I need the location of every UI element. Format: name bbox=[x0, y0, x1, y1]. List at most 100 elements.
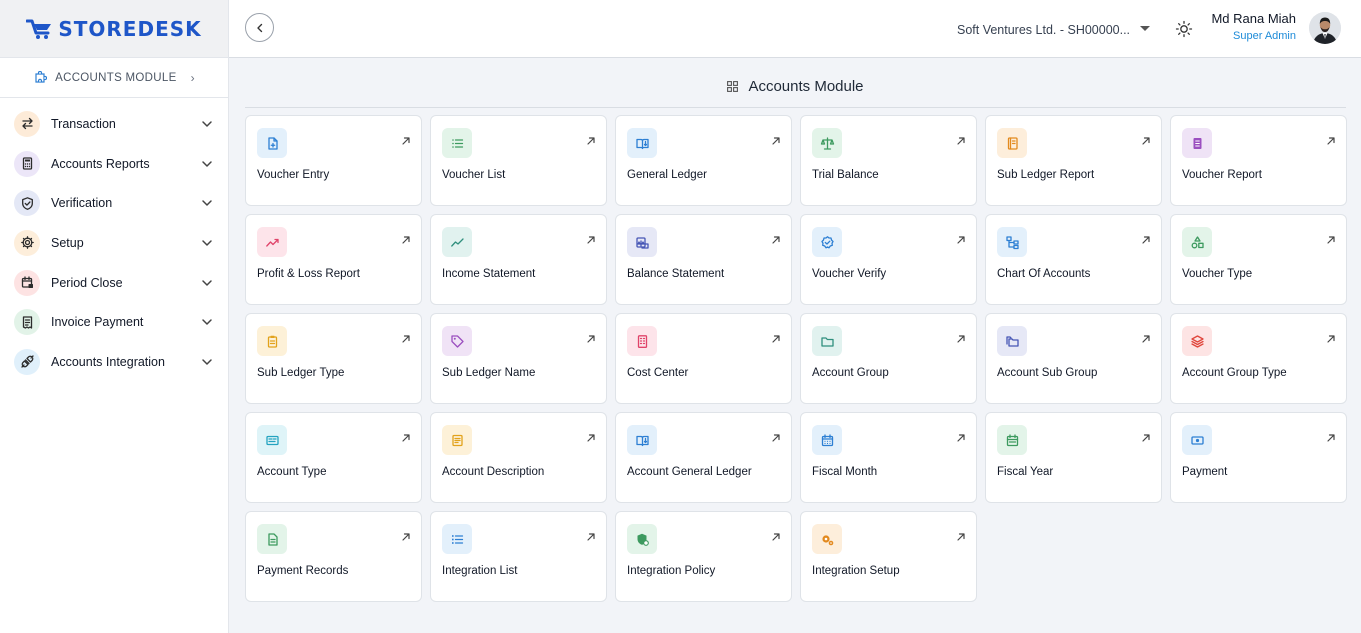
card-profit-loss-report[interactable]: Profit & Loss Report bbox=[245, 214, 422, 305]
card-account-group-type[interactable]: Account Group Type bbox=[1170, 313, 1347, 404]
description-icon bbox=[442, 425, 472, 455]
shield-gear-icon bbox=[627, 524, 657, 554]
bullet-list-icon bbox=[442, 524, 472, 554]
card-sub-ledger-report[interactable]: Sub Ledger Report bbox=[985, 115, 1162, 206]
arrow-up-right-icon[interactable] bbox=[586, 334, 596, 344]
card-voucher-verify[interactable]: Voucher Verify bbox=[800, 214, 977, 305]
arrow-up-right-icon[interactable] bbox=[1326, 136, 1336, 146]
chevron-down-icon[interactable] bbox=[200, 236, 214, 250]
card-label: Balance Statement bbox=[627, 268, 725, 280]
card-label: Profit & Loss Report bbox=[257, 268, 360, 280]
gears-icon bbox=[812, 524, 842, 554]
arrow-up-right-icon[interactable] bbox=[401, 136, 411, 146]
theme-toggle-button[interactable] bbox=[1175, 20, 1193, 38]
arrow-up-right-icon[interactable] bbox=[771, 136, 781, 146]
card-label: Sub Ledger Name bbox=[442, 367, 536, 379]
card-voucher-report[interactable]: Voucher Report bbox=[1170, 115, 1347, 206]
sidebar-nav: Transaction Accounts Reports Verification S… bbox=[0, 98, 228, 382]
sidebar-item-verification[interactable]: Verification bbox=[0, 183, 228, 223]
transfer-icon bbox=[14, 110, 40, 137]
arrow-up-right-icon[interactable] bbox=[1326, 433, 1336, 443]
card-fiscal-month[interactable]: Fiscal Month bbox=[800, 412, 977, 503]
card-fiscal-year[interactable]: Fiscal Year bbox=[985, 412, 1162, 503]
line-chart-icon bbox=[442, 227, 472, 257]
card-income-statement[interactable]: Income Statement bbox=[430, 214, 607, 305]
avatar[interactable] bbox=[1309, 12, 1341, 44]
sidebar-item-label: Accounts Reports bbox=[51, 156, 150, 171]
arrow-up-right-icon[interactable] bbox=[956, 532, 966, 542]
caret-down-icon[interactable] bbox=[1140, 26, 1150, 31]
chevron-down-icon[interactable] bbox=[200, 196, 214, 210]
arrow-up-right-icon[interactable] bbox=[401, 433, 411, 443]
arrow-up-right-icon[interactable] bbox=[1141, 136, 1151, 146]
arrow-up-right-icon[interactable] bbox=[1326, 235, 1336, 245]
card-account-sub-group[interactable]: Account Sub Group bbox=[985, 313, 1162, 404]
card-label: Fiscal Year bbox=[997, 466, 1054, 478]
sidebar-item-setup[interactable]: Setup bbox=[0, 223, 228, 263]
sidebar-item-label: Accounts Integration bbox=[51, 354, 165, 369]
card-integration-list[interactable]: Integration List bbox=[430, 511, 607, 602]
arrow-up-right-icon[interactable] bbox=[1141, 433, 1151, 443]
card-integration-setup[interactable]: Integration Setup bbox=[800, 511, 977, 602]
card-payment-records[interactable]: Payment Records bbox=[245, 511, 422, 602]
arrow-up-right-icon[interactable] bbox=[771, 334, 781, 344]
card-sub-ledger-name[interactable]: Sub Ledger Name bbox=[430, 313, 607, 404]
arrow-up-right-icon[interactable] bbox=[401, 334, 411, 344]
card-account-general-ledger[interactable]: Account General Ledger bbox=[615, 412, 792, 503]
arrow-up-right-icon[interactable] bbox=[401, 235, 411, 245]
user-name[interactable]: Md Rana Miah bbox=[1211, 11, 1296, 26]
page-title-text: Accounts Module bbox=[748, 78, 864, 95]
card-account-type[interactable]: Account Type bbox=[245, 412, 422, 503]
chevron-down-icon[interactable] bbox=[200, 276, 214, 290]
card-chart-of-accounts[interactable]: Chart Of Accounts bbox=[985, 214, 1162, 305]
calendar-lock-icon bbox=[14, 269, 40, 296]
card-label: Payment bbox=[1182, 466, 1228, 478]
chevron-down-icon[interactable] bbox=[200, 355, 214, 369]
card-trial-balance[interactable]: Trial Balance bbox=[800, 115, 977, 206]
sun-icon bbox=[1175, 20, 1193, 38]
brand-logo[interactable]: STOREDESK bbox=[26, 17, 201, 41]
back-button[interactable] bbox=[245, 13, 274, 42]
sidebar-item-transaction[interactable]: Transaction bbox=[0, 104, 228, 144]
arrow-up-right-icon[interactable] bbox=[401, 532, 411, 542]
card-payment[interactable]: Payment bbox=[1170, 412, 1347, 503]
sidebar-item-label: Verification bbox=[51, 196, 113, 211]
arrow-up-right-icon[interactable] bbox=[1141, 235, 1151, 245]
arrow-up-right-icon[interactable] bbox=[771, 433, 781, 443]
card-voucher-list[interactable]: Voucher List bbox=[430, 115, 607, 206]
card-cost-center[interactable]: Cost Center bbox=[615, 313, 792, 404]
chevron-down-icon[interactable] bbox=[200, 315, 214, 329]
tag-icon bbox=[442, 326, 472, 356]
card-general-ledger[interactable]: General Ledger bbox=[615, 115, 792, 206]
arrow-up-right-icon[interactable] bbox=[956, 433, 966, 443]
arrow-up-right-icon[interactable] bbox=[956, 235, 966, 245]
chevron-down-icon[interactable] bbox=[200, 117, 214, 131]
company-selector[interactable]: Soft Ventures Ltd. - SH00000... bbox=[957, 23, 1130, 37]
card-voucher-entry[interactable]: Voucher Entry bbox=[245, 115, 422, 206]
arrow-up-right-icon[interactable] bbox=[956, 136, 966, 146]
card-account-group[interactable]: Account Group bbox=[800, 313, 977, 404]
module-switcher[interactable]: ACCOUNTS MODULE › bbox=[0, 58, 228, 98]
card-sub-ledger-type[interactable]: Sub Ledger Type bbox=[245, 313, 422, 404]
card-label: Account Description bbox=[442, 466, 545, 478]
arrow-up-right-icon[interactable] bbox=[1141, 334, 1151, 344]
card-voucher-type[interactable]: Voucher Type bbox=[1170, 214, 1347, 305]
card-balance-statement[interactable]: Balance Statement bbox=[615, 214, 792, 305]
arrow-up-right-icon[interactable] bbox=[956, 334, 966, 344]
chevron-down-icon[interactable] bbox=[200, 157, 214, 171]
arrow-up-right-icon[interactable] bbox=[586, 532, 596, 542]
sidebar-item-period-close[interactable]: Period Close bbox=[0, 263, 228, 303]
card-label: Voucher Verify bbox=[812, 268, 887, 280]
card-account-description[interactable]: Account Description bbox=[430, 412, 607, 503]
card-label: Voucher Report bbox=[1182, 169, 1262, 181]
sidebar-item-accounts-reports[interactable]: Accounts Reports bbox=[0, 144, 228, 184]
card-integration-policy[interactable]: Integration Policy bbox=[615, 511, 792, 602]
arrow-up-right-icon[interactable] bbox=[771, 532, 781, 542]
arrow-up-right-icon[interactable] bbox=[771, 235, 781, 245]
arrow-up-right-icon[interactable] bbox=[586, 433, 596, 443]
arrow-up-right-icon[interactable] bbox=[586, 136, 596, 146]
sidebar-item-invoice-payment[interactable]: Invoice Payment bbox=[0, 302, 228, 342]
arrow-up-right-icon[interactable] bbox=[1326, 334, 1336, 344]
arrow-up-right-icon[interactable] bbox=[586, 235, 596, 245]
sidebar-item-accounts-integration[interactable]: Accounts Integration bbox=[0, 342, 228, 382]
